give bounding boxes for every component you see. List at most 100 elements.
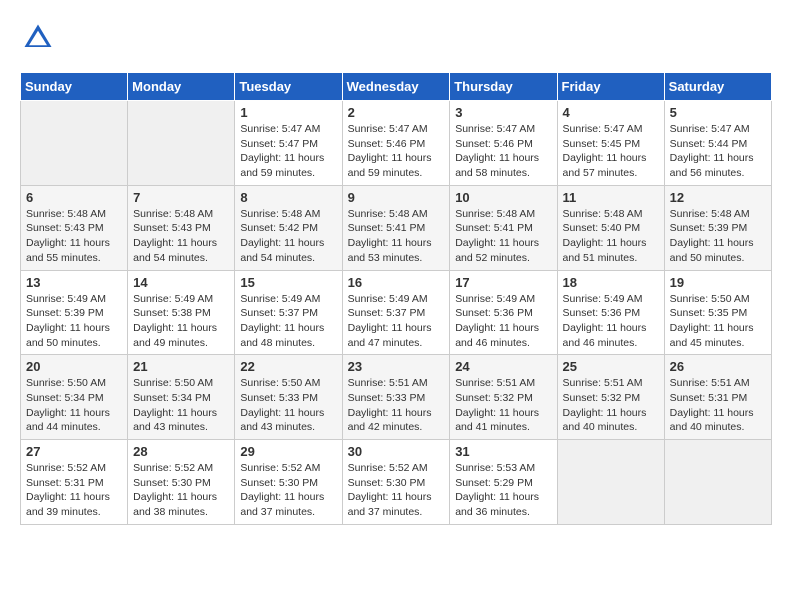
calendar-cell: 23 Sunrise: 5:51 AM Sunset: 5:33 PM Dayli… [342,355,450,440]
calendar-table: SundayMondayTuesdayWednesdayThursdayFrid… [20,72,772,525]
day-info: Sunrise: 5:50 AM Sunset: 5:34 PM Dayligh… [133,376,229,435]
day-info: Sunrise: 5:51 AM Sunset: 5:31 PM Dayligh… [670,376,766,435]
day-number: 3 [455,105,551,120]
day-number: 29 [240,444,336,459]
day-info: Sunrise: 5:47 AM Sunset: 5:46 PM Dayligh… [348,122,445,181]
calendar-week-3: 13 Sunrise: 5:49 AM Sunset: 5:39 PM Dayli… [21,270,772,355]
calendar-cell: 10 Sunrise: 5:48 AM Sunset: 5:41 PM Dayli… [450,185,557,270]
day-info: Sunrise: 5:51 AM Sunset: 5:32 PM Dayligh… [563,376,659,435]
calendar-cell: 28 Sunrise: 5:52 AM Sunset: 5:30 PM Dayli… [128,440,235,525]
calendar-cell: 11 Sunrise: 5:48 AM Sunset: 5:40 PM Dayli… [557,185,664,270]
day-number: 22 [240,359,336,374]
day-info: Sunrise: 5:52 AM Sunset: 5:30 PM Dayligh… [133,461,229,520]
calendar-cell: 16Sunrise: 5:49 AM Sunset: 5:37 PM Dayli… [342,270,450,355]
column-header-tuesday: Tuesday [235,73,342,101]
calendar-week-1: 1Sunrise: 5:47 AM Sunset: 5:47 PM Daylig… [21,101,772,186]
day-number: 20 [26,359,122,374]
day-number: 19 [670,275,766,290]
day-info: Sunrise: 5:52 AM Sunset: 5:31 PM Dayligh… [26,461,122,520]
day-info: Sunrise: 5:49 AM Sunset: 5:39 PM Dayligh… [26,292,122,351]
day-number: 7 [133,190,229,205]
calendar-week-4: 20 Sunrise: 5:50 AM Sunset: 5:34 PM Dayli… [21,355,772,440]
day-info: Sunrise: 5:48 AM Sunset: 5:41 PM Dayligh… [455,207,551,266]
calendar-cell: 12 Sunrise: 5:48 AM Sunset: 5:39 PM Dayli… [664,185,771,270]
calendar-cell: 31Sunrise: 5:53 AM Sunset: 5:29 PM Dayli… [450,440,557,525]
day-info: Sunrise: 5:50 AM Sunset: 5:33 PM Dayligh… [240,376,336,435]
calendar-cell: 25 Sunrise: 5:51 AM Sunset: 5:32 PM Dayli… [557,355,664,440]
day-info: Sunrise: 5:49 AM Sunset: 5:36 PM Dayligh… [455,292,551,351]
day-number: 13 [26,275,122,290]
day-info: Sunrise: 5:48 AM Sunset: 5:39 PM Dayligh… [670,207,766,266]
calendar-cell: 2 Sunrise: 5:47 AM Sunset: 5:46 PM Daylig… [342,101,450,186]
column-header-friday: Friday [557,73,664,101]
calendar-cell: 15Sunrise: 5:49 AM Sunset: 5:37 PM Dayli… [235,270,342,355]
day-info: Sunrise: 5:51 AM Sunset: 5:32 PM Dayligh… [455,376,551,435]
day-number: 24 [455,359,551,374]
calendar-cell: 7 Sunrise: 5:48 AM Sunset: 5:43 PM Daylig… [128,185,235,270]
day-number: 5 [670,105,766,120]
column-header-thursday: Thursday [450,73,557,101]
column-header-saturday: Saturday [664,73,771,101]
logo-icon [20,20,56,56]
page-header [20,20,772,56]
column-header-monday: Monday [128,73,235,101]
day-number: 11 [563,190,659,205]
calendar-cell: 20 Sunrise: 5:50 AM Sunset: 5:34 PM Dayli… [21,355,128,440]
calendar-cell: 17 Sunrise: 5:49 AM Sunset: 5:36 PM Dayli… [450,270,557,355]
calendar-week-5: 27 Sunrise: 5:52 AM Sunset: 5:31 PM Dayli… [21,440,772,525]
day-number: 10 [455,190,551,205]
calendar-cell: 4 Sunrise: 5:47 AM Sunset: 5:45 PM Daylig… [557,101,664,186]
calendar-cell: 6 Sunrise: 5:48 AM Sunset: 5:43 PM Daylig… [21,185,128,270]
day-info: Sunrise: 5:51 AM Sunset: 5:33 PM Dayligh… [348,376,445,435]
column-header-wednesday: Wednesday [342,73,450,101]
day-number: 4 [563,105,659,120]
day-info: Sunrise: 5:47 AM Sunset: 5:47 PM Dayligh… [240,122,336,181]
day-number: 14 [133,275,229,290]
day-number: 23 [348,359,445,374]
day-number: 27 [26,444,122,459]
calendar-cell: 27 Sunrise: 5:52 AM Sunset: 5:31 PM Dayli… [21,440,128,525]
day-info: Sunrise: 5:47 AM Sunset: 5:45 PM Dayligh… [563,122,659,181]
calendar-cell: 24 Sunrise: 5:51 AM Sunset: 5:32 PM Dayli… [450,355,557,440]
calendar-cell: 13 Sunrise: 5:49 AM Sunset: 5:39 PM Dayli… [21,270,128,355]
calendar-cell: 8 Sunrise: 5:48 AM Sunset: 5:42 PM Daylig… [235,185,342,270]
day-number: 30 [348,444,445,459]
day-number: 2 [348,105,445,120]
day-info: Sunrise: 5:47 AM Sunset: 5:46 PM Dayligh… [455,122,551,181]
day-info: Sunrise: 5:50 AM Sunset: 5:35 PM Dayligh… [670,292,766,351]
calendar-cell: 18 Sunrise: 5:49 AM Sunset: 5:36 PM Dayli… [557,270,664,355]
logo [20,20,62,56]
day-number: 6 [26,190,122,205]
day-info: Sunrise: 5:50 AM Sunset: 5:34 PM Dayligh… [26,376,122,435]
day-number: 9 [348,190,445,205]
calendar-cell [557,440,664,525]
day-number: 21 [133,359,229,374]
calendar-week-2: 6 Sunrise: 5:48 AM Sunset: 5:43 PM Daylig… [21,185,772,270]
calendar-cell: 9Sunrise: 5:48 AM Sunset: 5:41 PM Daylig… [342,185,450,270]
day-info: Sunrise: 5:53 AM Sunset: 5:29 PM Dayligh… [455,461,551,520]
day-number: 8 [240,190,336,205]
day-info: Sunrise: 5:48 AM Sunset: 5:42 PM Dayligh… [240,207,336,266]
calendar-cell: 22 Sunrise: 5:50 AM Sunset: 5:33 PM Dayli… [235,355,342,440]
day-number: 12 [670,190,766,205]
day-info: Sunrise: 5:52 AM Sunset: 5:30 PM Dayligh… [240,461,336,520]
day-info: Sunrise: 5:48 AM Sunset: 5:43 PM Dayligh… [26,207,122,266]
calendar-cell: 3 Sunrise: 5:47 AM Sunset: 5:46 PM Daylig… [450,101,557,186]
day-info: Sunrise: 5:47 AM Sunset: 5:44 PM Dayligh… [670,122,766,181]
calendar-cell: 1Sunrise: 5:47 AM Sunset: 5:47 PM Daylig… [235,101,342,186]
day-number: 28 [133,444,229,459]
day-info: Sunrise: 5:48 AM Sunset: 5:43 PM Dayligh… [133,207,229,266]
day-info: Sunrise: 5:48 AM Sunset: 5:40 PM Dayligh… [563,207,659,266]
calendar-cell [21,101,128,186]
calendar-header-row: SundayMondayTuesdayWednesdayThursdayFrid… [21,73,772,101]
day-number: 25 [563,359,659,374]
calendar-cell [128,101,235,186]
calendar-cell: 26Sunrise: 5:51 AM Sunset: 5:31 PM Dayli… [664,355,771,440]
calendar-cell [664,440,771,525]
day-info: Sunrise: 5:49 AM Sunset: 5:38 PM Dayligh… [133,292,229,351]
calendar-cell: 29 Sunrise: 5:52 AM Sunset: 5:30 PM Dayli… [235,440,342,525]
day-number: 18 [563,275,659,290]
calendar-cell: 21 Sunrise: 5:50 AM Sunset: 5:34 PM Dayli… [128,355,235,440]
day-info: Sunrise: 5:49 AM Sunset: 5:36 PM Dayligh… [563,292,659,351]
day-number: 17 [455,275,551,290]
